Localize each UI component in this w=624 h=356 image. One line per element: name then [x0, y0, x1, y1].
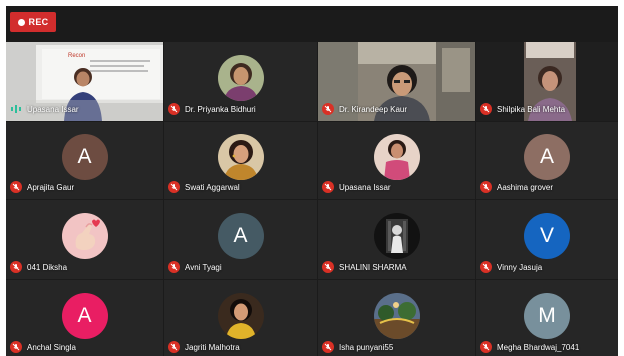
participant-name: Aprajita Gaur — [27, 182, 75, 192]
mic-off-icon — [10, 181, 22, 193]
participant-name-row: Anchal Singla — [10, 341, 76, 353]
participant-name-row: Upasana Issar — [322, 181, 391, 193]
participant-name: Dr. Priyanka Bidhuri — [185, 104, 256, 114]
participant-name-row: SHALINI SHARMA — [322, 261, 407, 273]
participant-name-row: Aprajita Gaur — [10, 181, 74, 193]
mic-off-icon — [168, 181, 180, 193]
avatar — [373, 133, 420, 180]
mic-off-icon — [322, 341, 334, 353]
participant-tile-megha-bhardwaj[interactable]: M Megha Bhardwaj_7041 — [476, 280, 618, 356]
participant-name-row: Vinny Jasuja — [480, 261, 542, 273]
participant-tile-kirandeep-kaur-video[interactable]: Dr. Kirandeep Kaur — [318, 42, 475, 121]
mic-off-icon — [168, 103, 180, 115]
mic-off-icon — [168, 341, 180, 353]
participant-name: Swati Aggarwal — [185, 182, 240, 192]
participant-name: Avni Tyagi — [185, 262, 222, 272]
participant-tile-upasana-issar-video[interactable]: Recon Upasana Issar — [6, 42, 163, 121]
mic-off-icon — [322, 181, 334, 193]
avatar — [61, 212, 108, 259]
participant-name: Isha punyani55 — [339, 342, 394, 352]
mic-off-icon — [10, 261, 22, 273]
meeting-grid-view: REC Recon Upasana Issar Dr. Priyanka Bid… — [6, 6, 618, 356]
avatar-initial: M — [524, 292, 570, 339]
mic-off-icon — [168, 261, 180, 273]
participant-name-row: Aashima grover — [480, 181, 553, 193]
participant-name-row: Dr. Priyanka Bidhuri — [168, 103, 256, 115]
avatar — [217, 292, 264, 339]
participant-name-row: Shilpika Bali Mehta — [480, 103, 565, 115]
record-dot-icon — [17, 18, 25, 26]
mic-off-icon — [480, 181, 492, 193]
participant-tile-avni-tyagi[interactable]: A Avni Tyagi — [164, 200, 317, 279]
participant-name-row: Jagriti Malhotra — [168, 341, 240, 353]
participant-name: Anchal Singla — [27, 342, 76, 352]
recording-label: REC — [28, 17, 49, 27]
avatar-initial: A — [61, 292, 108, 339]
recording-badge: REC — [10, 12, 56, 32]
participant-tile-swati-aggarwal[interactable]: Swati Aggarwal — [164, 122, 317, 199]
participant-name-row: Swati Aggarwal — [168, 181, 240, 193]
participant-name: 041 Diksha — [27, 262, 68, 272]
mic-off-icon — [480, 261, 492, 273]
participant-name-row: 041 Diksha — [10, 261, 67, 273]
participant-name-row: Avni Tyagi — [168, 261, 222, 273]
participant-name: Upasana Issar — [27, 104, 79, 114]
participant-name: SHALINI SHARMA — [339, 262, 407, 272]
participant-tile-shilpika-bali-mehta-video[interactable]: Shilpika Bali Mehta — [476, 42, 618, 121]
participant-name-row: Megha Bhardwaj_7041 — [480, 341, 579, 353]
avatar-initial: A — [524, 133, 570, 180]
participant-name: Jagriti Malhotra — [185, 342, 240, 352]
participant-name: Aashima grover — [497, 182, 554, 192]
mic-off-icon — [322, 103, 334, 115]
avatar — [217, 54, 264, 101]
mic-off-icon — [480, 103, 492, 115]
mic-off-icon — [480, 341, 492, 353]
audio-activity-icon — [10, 103, 22, 115]
participant-tile-isha-punyani55[interactable]: Isha punyani55 — [318, 280, 475, 356]
participant-tile-shalini-sharma[interactable]: SHALINI SHARMA — [318, 200, 475, 279]
avatar — [217, 133, 264, 180]
participant-name: Shilpika Bali Mehta — [497, 104, 566, 114]
participant-tile-aashima-grover[interactable]: A Aashima grover — [476, 122, 618, 199]
avatar-initial: V — [524, 212, 570, 259]
participant-tile-aprajita-gaur[interactable]: A Aprajita Gaur — [6, 122, 163, 199]
participant-tile-vinny-jasuja[interactable]: V Vinny Jasuja — [476, 200, 618, 279]
participant-tile-upasana-issar[interactable]: Upasana Issar — [318, 122, 475, 199]
participant-name-row: Dr. Kirandeep Kaur — [322, 103, 407, 115]
avatar-initial: A — [61, 133, 108, 180]
participant-tile-jagriti-malhotra[interactable]: Jagriti Malhotra — [164, 280, 317, 356]
participant-name-row: Isha punyani55 — [322, 341, 393, 353]
avatar — [373, 292, 420, 339]
svg-text:Recon: Recon — [68, 53, 85, 59]
participant-tile-priyanka-bidhuri[interactable]: Dr. Priyanka Bidhuri — [164, 42, 317, 121]
participant-name-row: Upasana Issar — [10, 103, 79, 115]
participant-name: Vinny Jasuja — [497, 262, 543, 272]
avatar-initial: A — [217, 212, 264, 259]
participant-tile-041-diksha[interactable]: 041 Diksha — [6, 200, 163, 279]
mic-off-icon — [10, 341, 22, 353]
avatar — [373, 212, 420, 259]
mic-off-icon — [322, 261, 334, 273]
participant-name: Dr. Kirandeep Kaur — [339, 104, 408, 114]
participant-name: Upasana Issar — [339, 182, 391, 192]
participant-name: Megha Bhardwaj_7041 — [497, 342, 580, 352]
participant-tile-anchal-singla[interactable]: A Anchal Singla — [6, 280, 163, 356]
participant-grid: Recon Upasana Issar Dr. Priyanka Bidhuri… — [6, 42, 618, 356]
